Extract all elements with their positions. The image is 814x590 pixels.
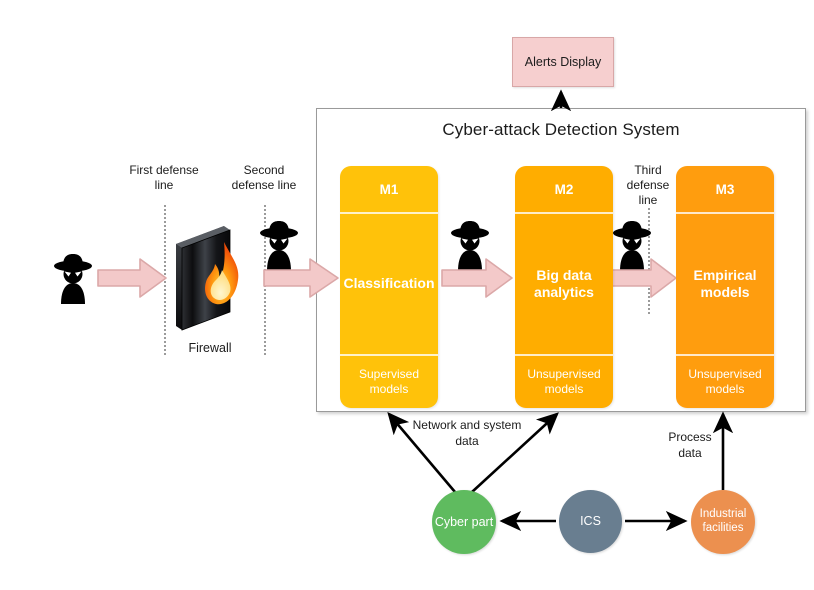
firewall-label: Firewall <box>188 341 232 355</box>
hacker-icon <box>54 254 92 304</box>
module-m2-subtitle: Unsupervised models <box>515 354 613 408</box>
module-m1-subtitle: Supervised models <box>340 354 438 408</box>
module-m2: M2 Big data analytics Unsupervised model… <box>515 166 613 408</box>
first-defense-line-label: First defense line <box>129 163 199 192</box>
node-industrial-facilities-label: Industrial facilities <box>699 508 747 534</box>
attack-arrow-icon <box>263 258 339 298</box>
node-industrial-facilities: Industrial facilities <box>691 490 755 554</box>
attack-arrow-icon <box>441 258 513 298</box>
firewall-icon <box>176 226 239 331</box>
module-m2-id: M2 <box>515 166 613 214</box>
network-system-data-label: Network and system data <box>412 418 522 448</box>
system-title: Cyber-attack Detection System <box>442 120 680 139</box>
module-m3: M3 Empirical models Unsupervised models <box>676 166 774 408</box>
module-m2-title: Big data analytics <box>534 266 594 301</box>
module-m3-subtitle: Unsupervised models <box>676 354 774 408</box>
module-m1-title: Classification <box>343 275 435 292</box>
module-m3-id: M3 <box>676 166 774 214</box>
node-cyber-part-label: Cyber part <box>434 514 494 529</box>
alerts-display-box: Alerts Display <box>512 37 614 87</box>
alerts-display-label: Alerts Display <box>524 55 602 69</box>
diagram-canvas: Alerts Display Cyber-attack Detection Sy… <box>0 0 814 590</box>
node-cyber-part: Cyber part <box>432 490 496 554</box>
process-data-label: Process data <box>668 430 712 460</box>
node-ics: ICS <box>559 490 622 553</box>
second-defense-line-label: Second defense line <box>231 163 297 192</box>
third-defense-line-label: Third defense line <box>626 163 670 207</box>
attack-arrow-icon <box>97 258 167 298</box>
attack-arrow-icon <box>609 258 677 298</box>
node-ics-label: ICS <box>580 514 601 528</box>
module-m3-title: Empirical models <box>693 266 757 301</box>
module-m1: M1 Classification Supervised models <box>340 166 438 408</box>
module-m1-id: M1 <box>340 166 438 214</box>
